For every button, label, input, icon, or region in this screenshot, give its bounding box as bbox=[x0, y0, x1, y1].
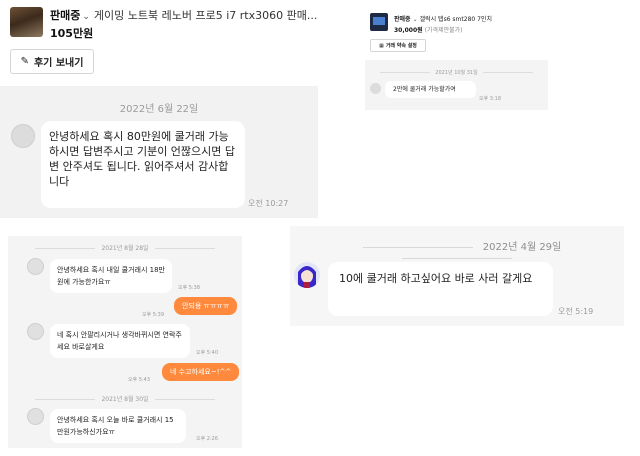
product-thumbnail[interactable] bbox=[10, 7, 43, 37]
chat-screenshot-conversation[interactable]: 2021년 8월 28일 안녕하세요 혹시 내일 쿨거래시 18만원에 가능한가… bbox=[8, 236, 242, 448]
message-time: 오후 5:39 bbox=[142, 312, 165, 318]
date-divider: 2021년 8월 28일 bbox=[8, 243, 242, 252]
message-time: 오후 5:40 bbox=[196, 350, 219, 356]
chat-header: 판매중 ⌄ 게이밍 노트북 레노버 프로5 i7 rtx3060 판매... 105… bbox=[0, 0, 318, 86]
product-price: 105만원 bbox=[50, 27, 94, 40]
message-time: 오전 10:27 bbox=[248, 199, 289, 208]
sale-status: 판매중 bbox=[50, 9, 81, 22]
avatar[interactable] bbox=[370, 83, 381, 94]
calendar-icon: ▦ bbox=[379, 42, 384, 49]
message-bubble: 안녕하세요 혹시 오늘 바로 쿨거래시 15만원가능하신가요ㅠ bbox=[50, 409, 186, 443]
chevron-down-icon[interactable]: ⌄ bbox=[82, 12, 90, 22]
avatar[interactable] bbox=[11, 124, 35, 148]
message-bubble: 네 혹시 안팔리시거나 생각바뀌시면 연락주세요 바로살게요 bbox=[50, 324, 190, 358]
message-bubble: 안녕하세요 혹시 내일 쿨거래시 18만원에 가능한가요ㅠ bbox=[50, 259, 172, 293]
message-time: 오후 2:26 bbox=[196, 436, 219, 442]
my-message-bubble: 안되용 ㅠㅠㅠㅠ bbox=[174, 297, 238, 315]
chat-area[interactable]: 2021년 10월 31일 2만에 쿨거래 가능할가여 오후 3:18 bbox=[365, 60, 548, 110]
pencil-icon: ✎ bbox=[20, 56, 29, 67]
chat-area[interactable]: 2022년 6월 22일 안녕하세요 혹시 80만원에 쿨거래 가능하시면 답변… bbox=[0, 86, 318, 218]
message-bubble: 10에 쿨거래 하고싶어요 바로 사러 갈게요 bbox=[328, 262, 553, 316]
date-divider: 2021년 10월 31일 bbox=[365, 69, 548, 76]
send-review-label: 후기 보내기 bbox=[33, 58, 84, 69]
chevron-down-icon[interactable]: ⌄ bbox=[413, 16, 418, 23]
message-bubble: 안녕하세요 혹시 80만원에 쿨거래 가능하시면 답변주시고 기분이 언짢으시면… bbox=[41, 121, 245, 208]
avatar[interactable] bbox=[294, 262, 320, 288]
message-bubble: 2만에 쿨거래 가능할가여 bbox=[385, 81, 476, 98]
set-trade-promise-button[interactable]: ▦ 거래 약속 설정 bbox=[370, 39, 426, 52]
product-thumbnail[interactable] bbox=[370, 13, 388, 31]
product-title: 게이밍 노트북 레노버 프로5 i7 rtx3060 판매... bbox=[93, 9, 318, 22]
send-review-button[interactable]: ✎ 후기 보내기 bbox=[10, 49, 94, 74]
message-time: 오후 3:18 bbox=[479, 96, 502, 102]
price-value: 30,000원 bbox=[394, 27, 423, 34]
sale-status: 판매중 bbox=[394, 16, 411, 23]
my-message-bubble: 네 수고하세요~!^^ bbox=[162, 363, 240, 381]
product-summary[interactable]: 판매중 ⌄ 갤럭시 탭s6 smt280 7인치 bbox=[394, 14, 548, 23]
chat-screenshot-tablet: 판매중 ⌄ 갤럭시 탭s6 smt280 7인치 30,000원 (가격제안불가) ▦… bbox=[365, 8, 548, 110]
anime-avatar-image bbox=[294, 262, 320, 288]
message-time: 오후 5:43 bbox=[128, 377, 151, 383]
date-divider: 2022년 6월 22일 bbox=[119, 104, 199, 115]
product-price: 30,000원 (가격제안불가) bbox=[394, 25, 463, 34]
avatar[interactable] bbox=[27, 408, 44, 425]
message-time: 오후 5:38 bbox=[178, 285, 201, 291]
price-note: (가격제안불가) bbox=[424, 27, 463, 34]
set-trade-promise-label: 거래 약속 설정 bbox=[385, 43, 417, 49]
avatar[interactable] bbox=[27, 258, 44, 275]
date-divider: 2021년 8월 30일 bbox=[8, 394, 242, 403]
date-divider: 2022년 4월 29일 bbox=[290, 238, 624, 264]
chat-screenshot-single[interactable]: 2022년 4월 29일 10에 쿨거래 하고싶어요 바로 사러 갈게요 오전 … bbox=[290, 226, 624, 326]
product-summary[interactable]: 판매중 ⌄ 게이밍 노트북 레노버 프로5 i7 rtx3060 판매... bbox=[50, 7, 318, 25]
avatar[interactable] bbox=[27, 323, 44, 340]
message-time: 오전 5:19 bbox=[558, 307, 594, 316]
chat-screenshot-laptop: 판매중 ⌄ 게이밍 노트북 레노버 프로5 i7 rtx3060 판매... 105… bbox=[0, 0, 318, 218]
product-title: 갤럭시 탭s6 smt280 7인치 bbox=[419, 16, 492, 23]
